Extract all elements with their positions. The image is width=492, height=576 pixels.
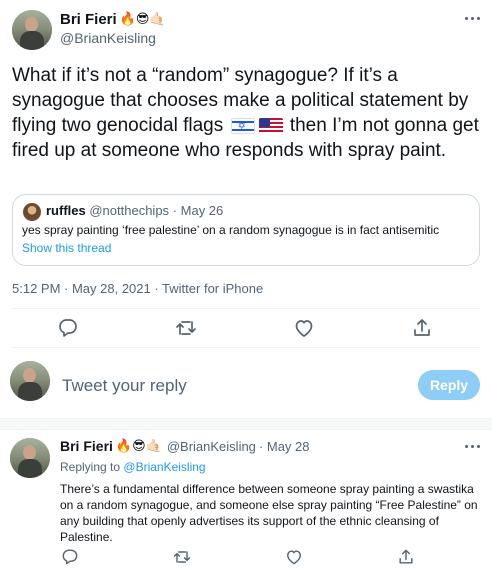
author-name-row[interactable]: Bri Fieri 🔥😎🤙🏻	[60, 11, 166, 28]
main-action-bar	[0, 316, 492, 340]
replying-to-mention[interactable]: @BrianKeisling	[123, 460, 205, 474]
share-icon[interactable]	[396, 547, 416, 567]
israel-flag-icon: ✡	[230, 117, 255, 134]
avatar[interactable]	[12, 10, 52, 50]
author-handle-row: @BrianKeisling	[60, 30, 156, 46]
reply-button[interactable]: Reply	[418, 370, 480, 400]
reply-more-options-icon[interactable]	[462, 440, 484, 454]
replying-to-label: Replying to	[60, 460, 121, 474]
quoted-tweet-card[interactable]: ruffles @notthechips · May 26 yes spray …	[12, 194, 480, 266]
reply-date[interactable]: · May 28	[259, 439, 310, 454]
quoted-handle: @notthechips	[89, 203, 170, 218]
main-tweet: Bri Fieri 🔥😎🤙🏻 @BrianKeisling What if it…	[0, 0, 492, 348]
replying-to: Replying to @BrianKeisling	[60, 460, 206, 474]
us-flag-icon	[258, 117, 283, 134]
like-icon[interactable]	[292, 316, 316, 340]
reply-handle[interactable]: @BrianKeisling	[167, 439, 256, 454]
like-icon[interactable]	[284, 547, 304, 567]
reply-icon[interactable]	[60, 547, 80, 567]
section-separator	[0, 418, 492, 430]
reply-avatar[interactable]	[10, 438, 50, 478]
divider	[12, 308, 480, 309]
quoted-date: · May 26	[172, 203, 224, 218]
retweet-icon[interactable]	[172, 547, 192, 567]
reply-action-bar	[0, 547, 492, 571]
reply-text: There’s a fundamental difference between…	[60, 482, 478, 544]
author-handle[interactable]: @BrianKeisling	[60, 30, 156, 46]
quoted-text: yes spray painting ‘free palestine’ on a…	[22, 223, 440, 237]
divider	[12, 347, 480, 348]
reply-input[interactable]: Tweet your reply	[62, 376, 187, 396]
reply-author-row[interactable]: Bri Fieri 🔥😎🤙🏻 @BrianKeisling · May 28	[60, 438, 310, 454]
reply-name-emojis: 🔥😎🤙🏻	[115, 438, 162, 454]
show-thread-link[interactable]: Show this thread	[22, 241, 111, 255]
reply-display-name[interactable]: Bri Fieri	[60, 438, 113, 454]
quoted-display-name: ruffles	[46, 203, 86, 218]
retweet-icon[interactable]	[174, 316, 198, 340]
quoted-avatar	[23, 203, 41, 221]
tweet-timestamp[interactable]: 5:12 PM · May 28, 2021 · Twitter for iPh…	[12, 281, 263, 296]
composer-avatar[interactable]	[10, 361, 50, 401]
author-display-name[interactable]: Bri Fieri	[60, 11, 117, 28]
quoted-author-row: ruffles @notthechips · May 26	[46, 203, 223, 218]
tweet-text: What if it’s not a “random” synagogue? I…	[12, 63, 482, 163]
name-emojis: 🔥😎🤙🏻	[119, 12, 166, 27]
share-icon[interactable]	[410, 316, 434, 340]
more-options-icon[interactable]	[462, 12, 484, 26]
reply-icon[interactable]	[56, 316, 80, 340]
